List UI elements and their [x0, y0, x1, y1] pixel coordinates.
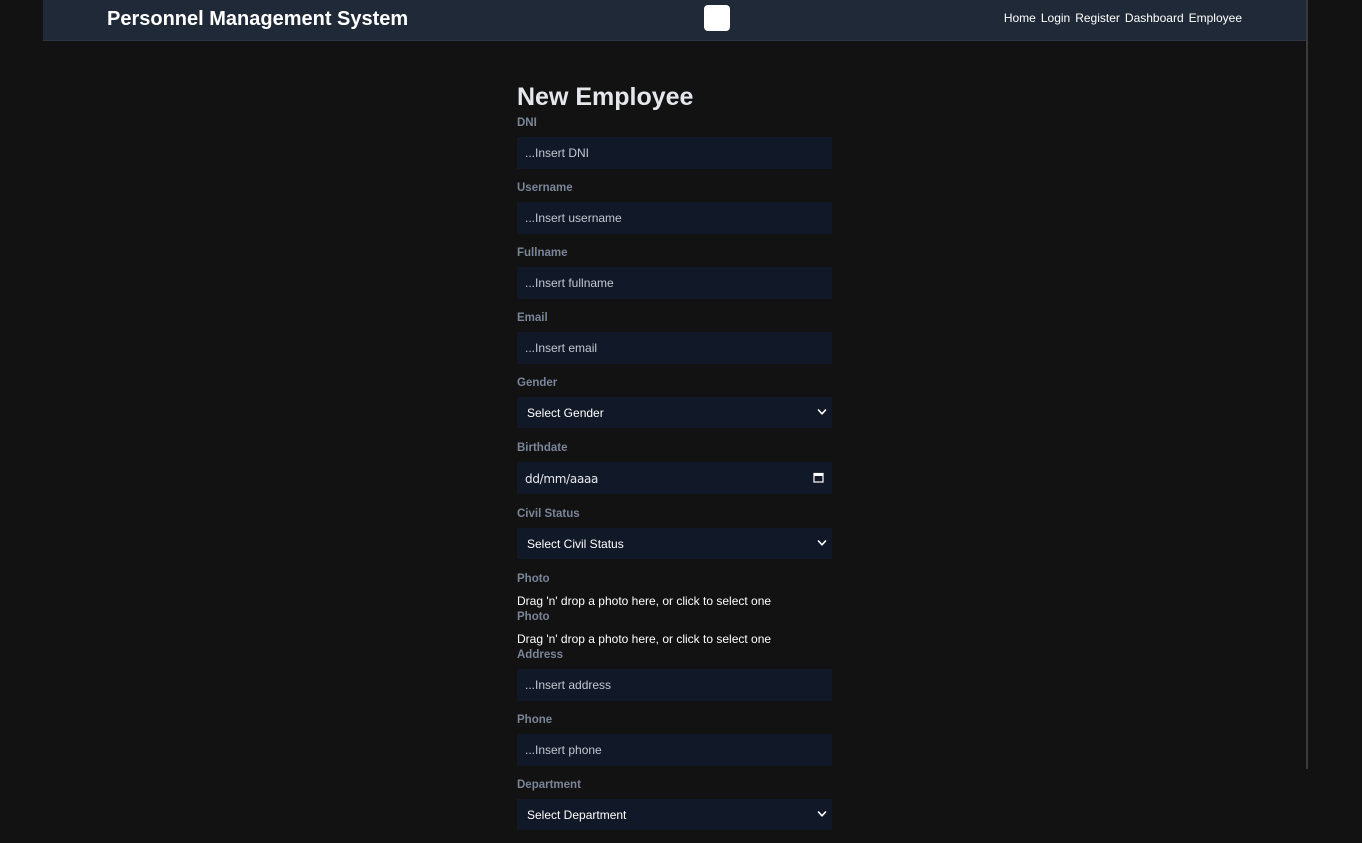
calendar-icon[interactable]: [813, 472, 824, 483]
nav-link-employee[interactable]: Employee: [1189, 11, 1242, 25]
nav-link-login[interactable]: Login: [1041, 11, 1070, 25]
email-label: Email: [517, 312, 548, 324]
nav-link-register[interactable]: Register: [1075, 11, 1120, 25]
email-input[interactable]: [517, 332, 832, 364]
civil-status-label: Civil Status: [517, 508, 580, 520]
gender-selected-value: Select Gender: [527, 406, 604, 420]
gender-select[interactable]: Select Gender: [517, 397, 832, 428]
navbar: Personnel Management System Home Login R…: [43, 0, 1306, 41]
chevron-down-icon: [817, 811, 827, 817]
theme-toggle-icon[interactable]: [704, 5, 730, 31]
birthdate-label: Birthdate: [517, 442, 568, 454]
page: Personnel Management System Home Login R…: [43, 0, 1308, 830]
photo-label-secondary: Photo: [517, 611, 550, 623]
nav-links: Home Login Register Dashboard Employee: [1004, 11, 1242, 25]
chevron-down-icon: [817, 409, 827, 415]
fullname-input[interactable]: [517, 267, 832, 299]
photo-dropzone[interactable]: Drag 'n' drop a photo here, or click to …: [517, 594, 832, 608]
photo-label: Photo: [517, 573, 550, 585]
nav-link-dashboard[interactable]: Dashboard: [1125, 11, 1184, 25]
nav-link-home[interactable]: Home: [1004, 11, 1036, 25]
department-label: Department: [517, 779, 581, 791]
civil-status-selected-value: Select Civil Status: [527, 537, 624, 551]
dni-label: DNI: [517, 117, 537, 129]
address-label: Address: [517, 649, 564, 661]
photo-dropzone-secondary[interactable]: Drag 'n' drop a photo here, or click to …: [517, 632, 832, 646]
department-selected-value: Select Department: [527, 808, 627, 822]
username-label: Username: [517, 182, 573, 194]
birthdate-input[interactable]: dd/mm/aaaa: [517, 462, 832, 494]
department-select[interactable]: Select Department: [517, 799, 832, 830]
username-input[interactable]: [517, 202, 832, 234]
new-employee-form: New Employee DNI Username Fullname Email…: [517, 80, 832, 843]
phone-label: Phone: [517, 714, 553, 726]
phone-input[interactable]: [517, 734, 832, 766]
birthdate-value: dd/mm/aaaa: [525, 472, 599, 486]
brand-title[interactable]: Personnel Management System: [107, 8, 408, 30]
page-title: New Employee: [517, 83, 694, 111]
chevron-down-icon: [817, 540, 827, 546]
civil-status-select[interactable]: Select Civil Status: [517, 528, 832, 559]
gender-label: Gender: [517, 377, 558, 389]
dni-input[interactable]: [517, 137, 832, 169]
fullname-label: Fullname: [517, 247, 568, 259]
address-input[interactable]: [517, 669, 832, 701]
